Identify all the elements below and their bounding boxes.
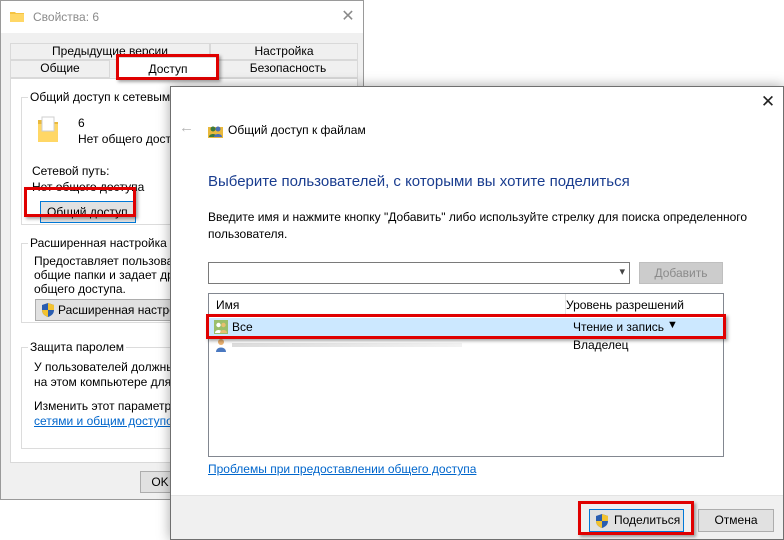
network-center-link[interactable]: сетями и общим доступом. (34, 414, 184, 428)
row-user-name: Все (232, 320, 253, 334)
users-icon (208, 126, 223, 138)
tab-security[interactable]: Безопасность (218, 60, 358, 78)
folder-icon (10, 12, 24, 22)
tab-customize[interactable]: Настройка (210, 43, 358, 60)
user-icon (216, 339, 226, 352)
cancel-button[interactable]: Отмена (698, 509, 774, 532)
dialog-footer: Поделиться Отмена (171, 495, 783, 539)
uac-shield-icon (42, 303, 54, 317)
list-item-owner[interactable]: Владелец (209, 336, 723, 354)
blurred-user-name (232, 343, 462, 347)
close-icon[interactable]: ✕ (337, 7, 359, 27)
row-permission[interactable]: Чтение и запись (573, 320, 664, 334)
chevron-down-icon[interactable]: ▼ (667, 319, 678, 331)
properties-title: Свойства: 6 (33, 10, 100, 24)
share-button[interactable]: Общий доступ... (40, 201, 136, 223)
add-button[interactable]: Добавить (639, 262, 723, 284)
share-confirm-label: Поделиться (614, 513, 681, 527)
password-group-title: Защита паролем (28, 340, 127, 354)
dialog-title: Общий доступ к файлам (228, 123, 366, 137)
tab-sharing[interactable]: Доступ (118, 57, 218, 79)
advanced-sharing-button[interactable]: Расширенная настрой (35, 299, 185, 321)
users-list: Имя Уровень разрешений Все Чтение и запи… (208, 293, 724, 457)
list-item-everyone[interactable]: Все Чтение и запись ▼ (209, 318, 723, 336)
tab-general[interactable]: Общие (10, 60, 110, 78)
advanced-desc-line3: общего доступа. (34, 282, 126, 296)
users-icon (214, 320, 228, 334)
list-header: Имя Уровень разрешений (209, 294, 723, 316)
advanced-sharing-button-label: Расширенная настрой (58, 303, 183, 317)
properties-titlebar: Свойства: 6 ✕ (1, 1, 363, 33)
uac-shield-icon (596, 514, 608, 528)
user-name-combobox[interactable]: ▾ (208, 262, 630, 284)
share-confirm-button[interactable]: Поделиться (589, 509, 684, 532)
item-name: 6 (78, 116, 85, 130)
network-path-value: Нет общего доступа (32, 180, 145, 194)
password-desc-line2: на этом компьютере для до (34, 375, 189, 389)
column-permission-header[interactable]: Уровень разрешений (566, 298, 684, 312)
advanced-sharing-group-title: Расширенная настройка об (28, 236, 186, 250)
column-name-header[interactable]: Имя (216, 298, 239, 312)
advanced-desc-line2: общие папки и задает друг (34, 268, 184, 282)
row-permission: Владелец (573, 338, 629, 352)
item-share-status: Нет общего доступ (78, 132, 184, 146)
network-path-label: Сетевой путь: (32, 164, 110, 178)
password-desc-line1: У пользователей должны б (34, 360, 186, 374)
back-arrow-icon[interactable]: ← (179, 119, 194, 136)
dialog-heading: Выберите пользователей, с которыми вы хо… (208, 173, 630, 190)
file-sharing-dialog: ✕ ← Общий доступ к файлам Выберите польз… (170, 86, 784, 540)
advanced-desc-line1: Предоставляет пользовате (34, 254, 186, 268)
dialog-instruction: Введите имя и нажмите кнопку "Добавить" … (208, 210, 748, 241)
password-change-line: Изменить этот параметр м (34, 399, 183, 413)
folder-icon (38, 116, 58, 142)
chevron-down-icon[interactable]: ▾ (619, 265, 625, 278)
sharing-problems-link[interactable]: Проблемы при предоставлении общего досту… (208, 462, 476, 476)
close-icon[interactable]: ✕ (757, 91, 779, 113)
